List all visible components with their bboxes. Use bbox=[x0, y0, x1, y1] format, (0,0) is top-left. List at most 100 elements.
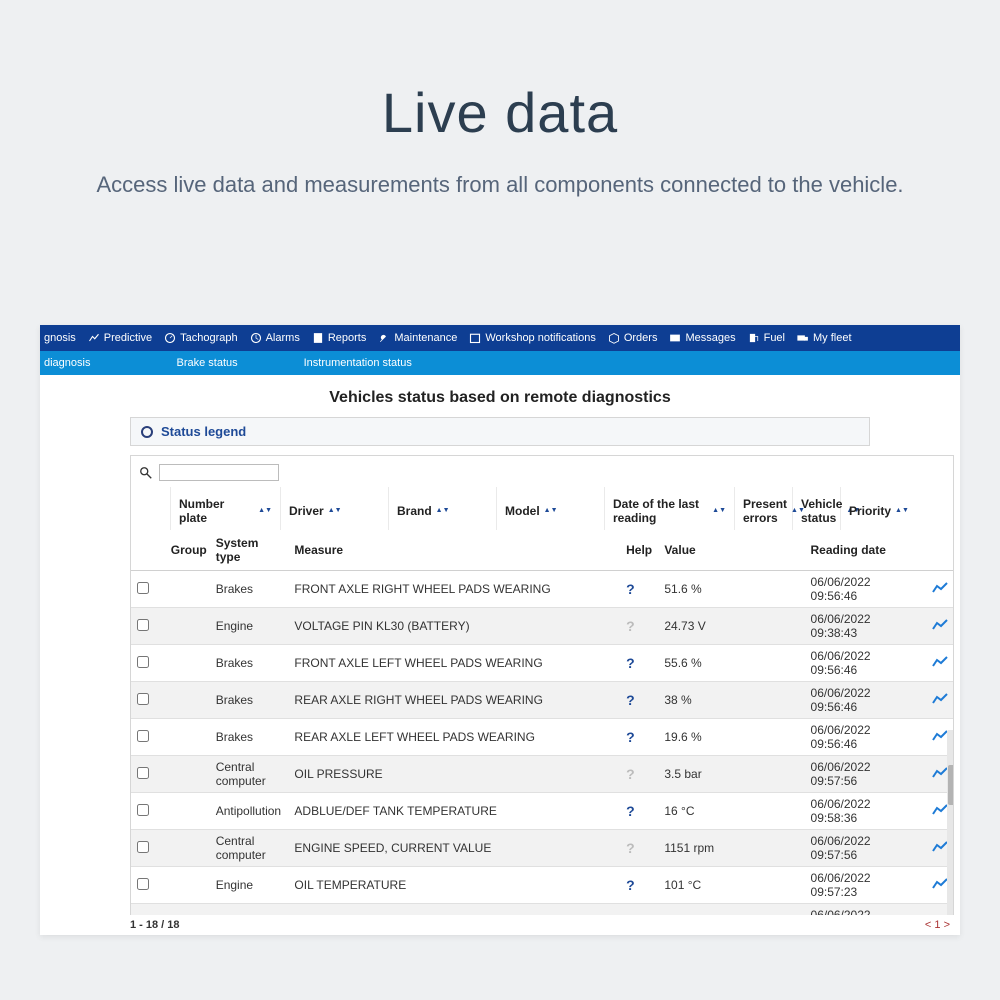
nav-item-maintenance[interactable]: Maintenance bbox=[372, 332, 463, 344]
help-icon[interactable]: ? bbox=[626, 914, 635, 915]
row-checkbox[interactable] bbox=[137, 878, 149, 890]
cell-system-type: Engine bbox=[210, 867, 289, 904]
cell-value: 38 % bbox=[658, 682, 804, 719]
truck-icon bbox=[797, 332, 809, 344]
chart-icon[interactable] bbox=[932, 731, 948, 745]
nav-item-predictive[interactable]: Predictive bbox=[82, 332, 158, 344]
table-row: EngineVOLTAGE PIN KL30 (BATTERY)?24.73 V… bbox=[131, 608, 953, 645]
top-nav: gnosis Predictive Tachograph Alarms Repo… bbox=[40, 325, 960, 351]
sort-icon: ▲▼ bbox=[895, 509, 909, 513]
col-driver[interactable]: Driver▲▼ bbox=[281, 487, 389, 535]
cell-system-type: Brakes bbox=[210, 682, 289, 719]
chart-icon[interactable] bbox=[932, 657, 948, 671]
nav-item-workshop[interactable]: Workshop notifications bbox=[463, 332, 601, 344]
nav-item-messages[interactable]: Messages bbox=[663, 332, 741, 344]
nav-item-fuel[interactable]: Fuel bbox=[742, 332, 791, 344]
chart-icon[interactable] bbox=[932, 694, 948, 708]
chart-icon[interactable] bbox=[932, 768, 948, 782]
cell-reading-date: 06/06/2022 09:56:46 bbox=[805, 719, 926, 756]
row-checkbox[interactable] bbox=[137, 767, 149, 779]
help-icon[interactable]: ? bbox=[626, 581, 635, 597]
nav-label: Tachograph bbox=[180, 332, 238, 344]
cell-reading-date: 06/06/2022 09:38:43 bbox=[805, 608, 926, 645]
cell-measure: OIL TEMPERATURE bbox=[288, 867, 620, 904]
col-priority[interactable]: Priority▲▼ bbox=[841, 487, 901, 535]
cell-value: 3.5 bar bbox=[658, 756, 804, 793]
box-icon bbox=[608, 332, 620, 344]
subnav-instrumentation-status[interactable]: Instrumentation status bbox=[296, 357, 440, 369]
help-icon[interactable]: ? bbox=[626, 840, 635, 856]
nav-item-alarms[interactable]: Alarms bbox=[244, 332, 306, 344]
col-brand[interactable]: Brand▲▼ bbox=[389, 487, 497, 535]
cell-group bbox=[165, 645, 210, 682]
col-model[interactable]: Model▲▼ bbox=[497, 487, 605, 535]
table-row: BrakesREAR AXLE LEFT WHEEL PADS WEARING?… bbox=[131, 719, 953, 756]
cell-value: 16 °C bbox=[658, 793, 804, 830]
search-input[interactable] bbox=[159, 464, 279, 481]
row-checkbox[interactable] bbox=[137, 656, 149, 668]
col-date-last-reading[interactable]: Date of the last reading▲▼ bbox=[605, 487, 735, 535]
help-icon[interactable]: ? bbox=[626, 803, 635, 819]
nav-item-myfleet[interactable]: My fleet bbox=[791, 332, 858, 344]
cell-measure: OIL PRESSURE bbox=[288, 756, 620, 793]
cell-system-type: Central computer bbox=[210, 830, 289, 867]
nav-item-reports[interactable]: Reports bbox=[306, 332, 373, 344]
outer-table-header: Number plate▲▼ Driver▲▼ Brand▲▼ Model▲▼ … bbox=[130, 487, 954, 536]
nav-label: Workshop notifications bbox=[485, 332, 595, 344]
nav-item-gnosis[interactable]: gnosis bbox=[42, 332, 82, 344]
page-title: Vehicles status based on remote diagnost… bbox=[40, 375, 960, 417]
row-checkbox[interactable] bbox=[137, 582, 149, 594]
expand-circle-icon bbox=[141, 426, 153, 438]
cell-reading-date: 06/06/2022 09:57:56 bbox=[805, 830, 926, 867]
cell-reading-date: 06/06/2022 09:57:56 bbox=[805, 756, 926, 793]
cell-system-type: Brakes bbox=[210, 719, 289, 756]
envelope-icon bbox=[669, 332, 681, 344]
scrollbar-track[interactable] bbox=[947, 730, 954, 915]
cell-reading-date: 06/06/2022 09:57:23 bbox=[805, 904, 926, 916]
nav-item-orders[interactable]: Orders bbox=[602, 332, 664, 344]
help-icon[interactable]: ? bbox=[626, 766, 635, 782]
help-icon[interactable]: ? bbox=[626, 692, 635, 708]
pagination-nav[interactable]: < 1 > bbox=[925, 919, 950, 931]
legend-bar[interactable]: Status legend bbox=[130, 417, 870, 446]
status-legend-link[interactable]: Status legend bbox=[161, 424, 246, 439]
nav-label: Alarms bbox=[266, 332, 300, 344]
cell-group bbox=[165, 830, 210, 867]
row-checkbox[interactable] bbox=[137, 730, 149, 742]
cell-system-type: Engine bbox=[210, 904, 289, 916]
col-number-plate[interactable]: Number plate▲▼ bbox=[171, 487, 281, 535]
nav-item-tachograph[interactable]: Tachograph bbox=[158, 332, 244, 344]
chart-icon[interactable] bbox=[932, 805, 948, 819]
row-checkbox[interactable] bbox=[137, 841, 149, 853]
row-checkbox[interactable] bbox=[137, 693, 149, 705]
pagination-range: 1 - 18 / 18 bbox=[130, 919, 180, 931]
row-checkbox[interactable] bbox=[137, 619, 149, 631]
chart-icon[interactable] bbox=[932, 842, 948, 856]
cell-measure: REAR AXLE RIGHT WHEEL PADS WEARING bbox=[288, 682, 620, 719]
help-icon[interactable]: ? bbox=[626, 877, 635, 893]
col-present-errors[interactable]: Present errors▲▼ bbox=[735, 487, 793, 535]
row-checkbox[interactable] bbox=[137, 804, 149, 816]
measurements-table: Group System type Measure Help Value Rea… bbox=[131, 530, 953, 915]
subnav-diagnosis[interactable]: diagnosis bbox=[40, 357, 118, 369]
help-icon[interactable]: ? bbox=[626, 618, 635, 634]
scrollbar-thumb[interactable] bbox=[948, 765, 954, 805]
cell-system-type: Brakes bbox=[210, 645, 289, 682]
cell-reading-date: 06/06/2022 09:57:23 bbox=[805, 867, 926, 904]
help-icon[interactable]: ? bbox=[626, 655, 635, 671]
cell-system-type: Central computer bbox=[210, 756, 289, 793]
cell-reading-date: 06/06/2022 09:58:36 bbox=[805, 793, 926, 830]
subnav-brake-status[interactable]: Brake status bbox=[168, 357, 265, 369]
row-checkbox[interactable] bbox=[137, 915, 149, 916]
nav-label: Predictive bbox=[104, 332, 152, 344]
cell-group bbox=[165, 571, 210, 608]
col-vehicle-status[interactable]: Vehicle status▲▼ bbox=[793, 487, 841, 535]
cell-measure: ENGINE SPEED, CURRENT VALUE bbox=[288, 830, 620, 867]
cell-measure: REAR AXLE LEFT WHEEL PADS WEARING bbox=[288, 719, 620, 756]
chart-icon[interactable] bbox=[932, 879, 948, 893]
chart-icon[interactable] bbox=[932, 620, 948, 634]
chart-icon[interactable] bbox=[932, 583, 948, 597]
hero-subtitle: Access live data and measurements from a… bbox=[0, 167, 1000, 202]
cell-measure: ADBLUE/DEF TANK TEMPERATURE bbox=[288, 793, 620, 830]
help-icon[interactable]: ? bbox=[626, 729, 635, 745]
